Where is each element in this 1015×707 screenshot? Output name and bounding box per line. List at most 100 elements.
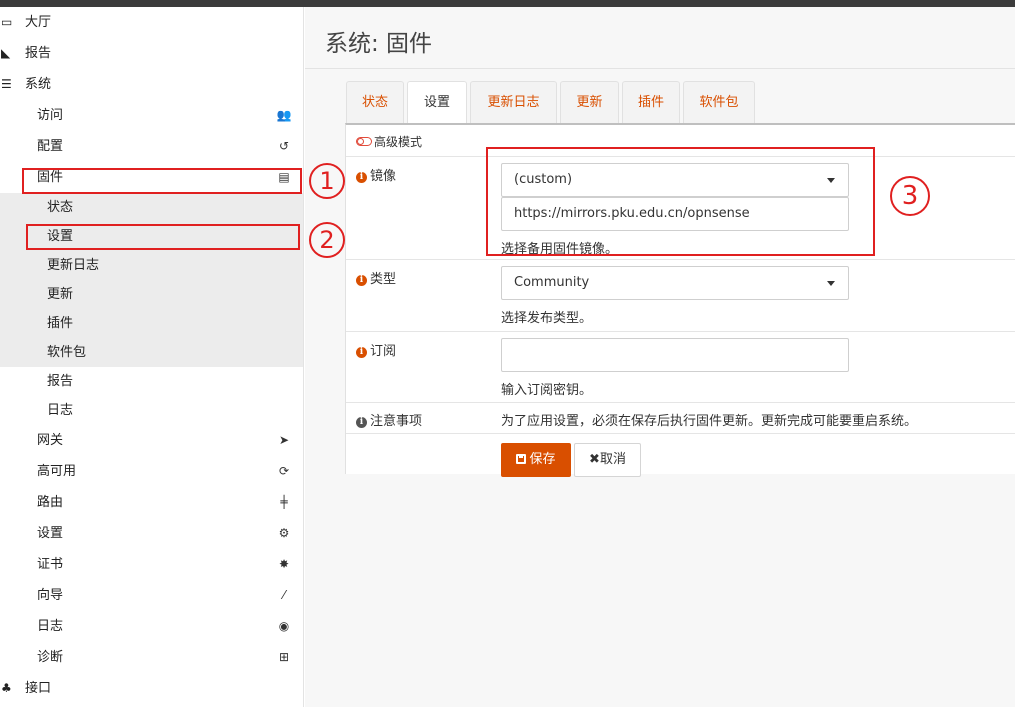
sidebar-item-interfaces[interactable]: ♣ 接口 [0,673,303,704]
subscription-input[interactable] [501,338,849,372]
sidebar-item-gateways[interactable]: 网关 ➤ [0,425,303,456]
mirror-label: i 镜像 [356,165,396,184]
save-button[interactable]: 保存 [501,443,571,477]
tab-changelog[interactable]: 更新日志 [470,81,557,123]
annotation-box-settings [26,224,300,250]
sidebar-item-settings[interactable]: 设置 ⚙ [0,518,303,549]
tab-plugins[interactable]: 插件 [622,81,680,123]
sidebar-item-label: 大厅 [25,15,52,30]
tab-packages[interactable]: 软件包 [683,81,755,123]
notice-text: 为了应用设置，必须在保存后执行固件更新。更新完成可能要重启系统。 [501,414,918,429]
sidebar-item-label: 日志 [37,619,64,634]
type-label-text: 类型 [370,272,397,287]
annotation-marker-2: 2 [309,222,345,258]
sidebar-item-label: 网关 [37,433,64,448]
sidebar-item-label: 访问 [37,108,64,123]
sidebar-subitem-label: 日志 [47,403,74,418]
sidebar-item-label: 系统 [25,77,52,92]
sidebar-subitem-label: 软件包 [47,345,87,360]
type-select[interactable]: Community [501,266,849,300]
type-row: i 类型 Community 选择发布类型。 [346,260,1015,332]
magic-wand-icon: ⁄ [282,588,285,602]
history-icon: ↺ [278,139,290,153]
top-bar [0,0,1015,7]
sitemap-icon: ♣ [1,681,12,695]
sidebar-subitem-label: 报告 [47,374,74,389]
sidebar-item-access[interactable]: 访问 👥 [0,100,303,131]
info-icon[interactable]: i [356,347,367,358]
annotation-box-mirror [486,147,875,256]
sidebar-item-high-availability[interactable]: 高可用 ⟳ [0,456,303,487]
save-label: 保存 [529,452,556,467]
info-icon: i [356,417,367,428]
sidebar-item-label: 报告 [25,46,52,61]
type-label: i 类型 [356,268,396,287]
sidebar-item-label: 诊断 [37,650,64,665]
tab-status[interactable]: 状态 [346,81,404,123]
signpost-icon: ╪ [280,495,288,509]
sidebar-item-label: 高可用 [37,464,77,479]
tab-updates[interactable]: 更新 [560,81,619,123]
sidebar-item-system-log[interactable]: 日志 [0,396,303,425]
main-content: 系统: 固件 状态 设置 更新日志 更新 插件 软件包 高级模式 i 镜像 (cu… [305,7,1015,707]
sidebar-item-configuration[interactable]: 配置 ↺ [0,131,303,162]
sidebar-item-lobby[interactable]: ▭ 大厅 [0,7,303,38]
sidebar-item-system[interactable]: ☰ 系统 [0,69,303,100]
sidebar-subitem-label: 更新 [47,287,74,302]
mirror-label-text: 镜像 [370,169,397,184]
sidebar-subitem-status[interactable]: 状态 [0,193,303,222]
sidebar-item-wizard[interactable]: 向导 ⁄ [0,580,303,611]
server-icon: ☰ [1,77,12,91]
notice-row: i 注意事项 为了应用设置，必须在保存后执行固件更新。更新完成可能要重启系统。 [346,403,1015,434]
subscription-label-text: 订阅 [370,344,397,359]
sidebar-item-reports[interactable]: ◣ 报告 [0,38,303,69]
sidebar-item-label: 证书 [37,557,64,572]
sidebar-item-certificates[interactable]: 证书 ✸ [0,549,303,580]
info-icon[interactable]: i [356,275,367,286]
close-icon: ✖ [589,452,600,467]
subscription-help: 输入订阅密钥。 [501,383,593,398]
subscription-row: i 订阅 输入订阅密钥。 [346,332,1015,403]
info-icon[interactable]: i [356,172,367,183]
certificate-icon: ✸ [278,557,290,571]
advanced-mode-label[interactable]: 高级模式 [374,133,422,150]
toggle-icon[interactable] [356,137,372,146]
location-arrow-icon: ➤ [278,433,290,447]
sidebar-subitem-label: 插件 [47,316,74,331]
floppy-icon [516,454,527,464]
sidebar-item-label: 接口 [25,681,52,696]
sidebar-subitem-label: 状态 [47,200,74,215]
sidebar-item-label: 路由 [37,495,64,510]
users-icon: 👥 [276,108,292,122]
sidebar-subitem-updates[interactable]: 更新 [0,280,303,309]
sidebar-subitem-packages[interactable]: 软件包 [0,338,303,367]
cogs-icon: ⚙ [278,526,290,540]
annotation-box-firmware [22,168,302,194]
cancel-label: 取消 [599,452,626,467]
sidebar-item-label: 设置 [37,526,64,541]
sidebar-item-label: 配置 [37,139,64,154]
cancel-button[interactable]: ✖取消 [574,443,641,477]
sidebar-subitem-plugins[interactable]: 插件 [0,309,303,338]
annotation-marker-1: 1 [309,163,345,199]
type-select-value: Community [514,275,590,290]
sidebar-subitem-changelog[interactable]: 更新日志 [0,251,303,280]
sidebar-item-routes[interactable]: 路由 ╪ [0,487,303,518]
medkit-icon: ⊞ [278,650,290,664]
sidebar-subitem-label: 更新日志 [47,258,100,273]
sidebar-item-label: 向导 [37,588,64,603]
notice-label: i 注意事项 [356,410,422,429]
eye-icon: ◉ [278,619,290,633]
laptop-icon: ▭ [1,15,13,29]
sidebar-item-system-reports[interactable]: 报告 [0,367,303,396]
annotation-marker-3: 3 [890,176,930,216]
page-title: 系统: 固件 [325,31,433,57]
notice-label-text: 注意事项 [370,414,423,429]
type-help: 选择发布类型。 [501,311,593,326]
tab-settings[interactable]: 设置 [407,81,467,124]
refresh-icon: ⟳ [278,464,290,478]
caret-down-icon [827,281,835,286]
sidebar-item-diagnostics[interactable]: 诊断 ⊞ [0,642,303,673]
area-chart-icon: ◣ [1,46,11,60]
sidebar-item-log-files[interactable]: 日志 ◉ [0,611,303,642]
